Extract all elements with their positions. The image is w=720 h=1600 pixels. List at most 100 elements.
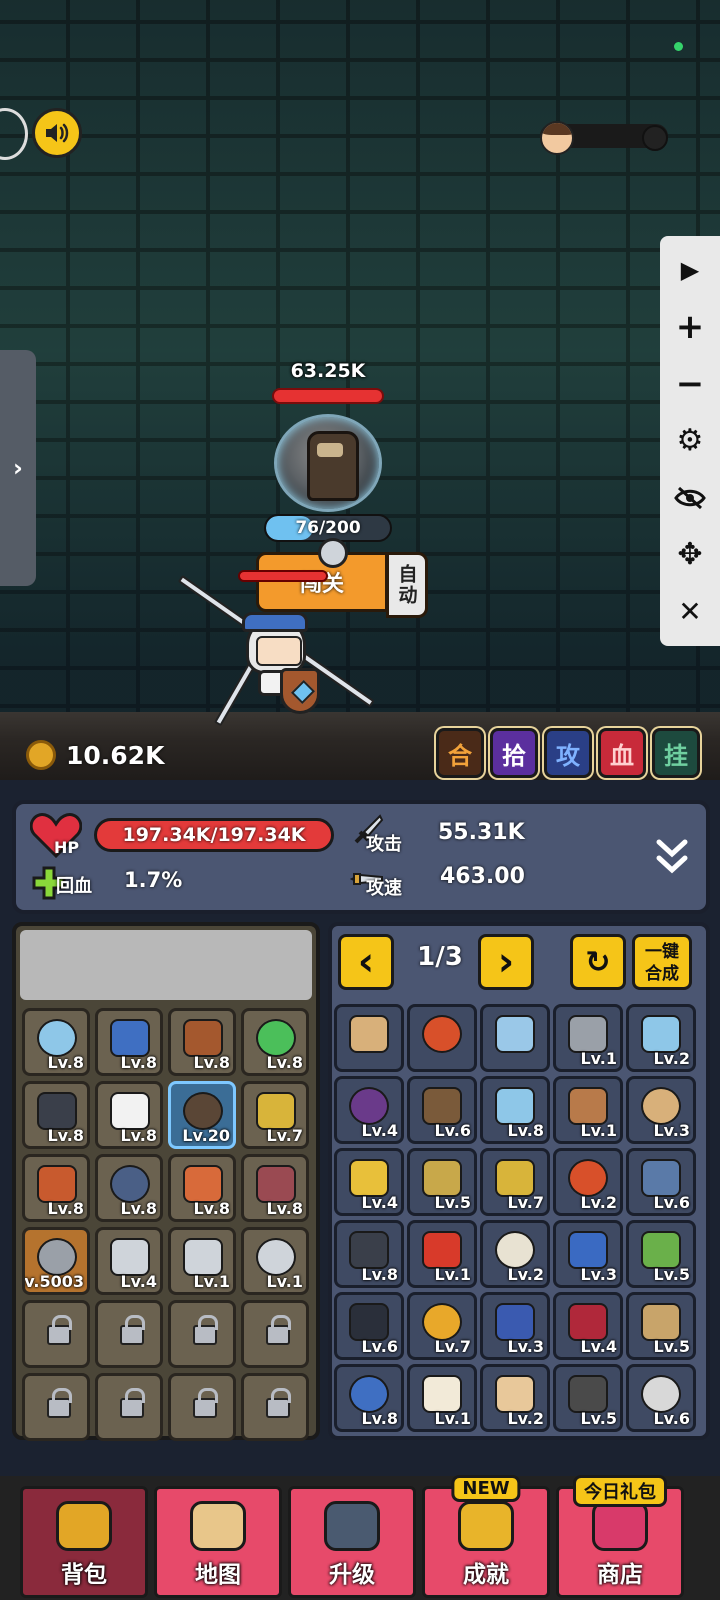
enemy-sprite[interactable] (274, 414, 382, 512)
equipment-slot[interactable]: Lv.8 (168, 1008, 236, 1076)
bag-slot[interactable]: Lv.2 (480, 1364, 550, 1432)
one-click-merge-button[interactable]: 一键 合成 (632, 934, 692, 990)
skill-button[interactable]: 攻 (544, 728, 592, 778)
close-icon[interactable]: ✕ (670, 591, 710, 631)
equipment-slot[interactable]: Lv.1 (241, 1227, 309, 1295)
nav-item[interactable]: 地图 (154, 1486, 282, 1598)
bag-item-icon (422, 1303, 462, 1341)
attack-speed-label: 攻速 (366, 878, 402, 899)
bag-item-icon (641, 1231, 681, 1269)
bag-slot[interactable]: Lv.1 (553, 1076, 623, 1144)
zoom-in-icon[interactable]: + (670, 307, 710, 347)
bag-slot[interactable]: Lv.4 (334, 1148, 404, 1216)
equipment-slot[interactable]: Lv.8 (22, 1008, 90, 1076)
nav-item[interactable]: 商店 今日礼包 (556, 1475, 684, 1598)
gear-icon[interactable]: ⚙ (670, 421, 710, 461)
equipment-slot[interactable]: Lv.8 (22, 1081, 90, 1149)
next-page-button[interactable]: › (478, 934, 534, 990)
hide-eye-icon[interactable] (670, 478, 710, 518)
expand-stats-button[interactable] (652, 834, 692, 878)
bag-slot[interactable] (334, 1004, 404, 1072)
bag-item-icon (568, 1159, 608, 1197)
item-level: Lv.5 (580, 1409, 617, 1428)
bag-slot[interactable]: Lv.5 (407, 1148, 477, 1216)
equipment-slot[interactable]: Lv.5003 (22, 1227, 90, 1295)
bag-slot[interactable]: Lv.3 (480, 1292, 550, 1360)
bag-item-icon (568, 1375, 608, 1413)
nav-item-label: 背包 (61, 1562, 107, 1588)
item-level: Lv.1 (580, 1049, 617, 1068)
item-level: Lv.5 (653, 1265, 690, 1284)
bag-slot[interactable]: Lv.5 (553, 1364, 623, 1432)
skill-button[interactable]: 拾 (490, 728, 538, 778)
play-icon[interactable]: ▶ (670, 250, 710, 290)
bag-slot[interactable]: Lv.3 (626, 1076, 696, 1144)
bag-slot[interactable]: Lv.2 (626, 1004, 696, 1072)
bag-slot[interactable]: Lv.3 (553, 1220, 623, 1288)
bag-slot[interactable]: Lv.8 (480, 1076, 550, 1144)
enemy-hp-bar (272, 388, 384, 404)
item-level: Lv.20 (182, 1126, 230, 1145)
equipment-slot[interactable]: Lv.8 (95, 1008, 163, 1076)
nav-item[interactable]: 成就 NEW (422, 1475, 550, 1598)
equipment-slot[interactable]: Lv.20 (168, 1081, 236, 1149)
bag-slot[interactable]: Lv.1 (553, 1004, 623, 1072)
nav-item[interactable]: 背包 (20, 1486, 148, 1598)
bag-item-icon (495, 1231, 535, 1269)
bag-slot[interactable]: Lv.7 (480, 1148, 550, 1216)
equipment-slot[interactable]: Lv.8 (22, 1154, 90, 1222)
equipment-slot[interactable]: Lv.8 (95, 1154, 163, 1222)
skill-button[interactable]: 合 (436, 728, 484, 778)
bag-slot[interactable]: Lv.4 (553, 1292, 623, 1360)
equipment-slot[interactable]: Lv.8 (168, 1154, 236, 1222)
equipment-slot[interactable]: Lv.8 (241, 1008, 309, 1076)
item-level: Lv.2 (507, 1265, 544, 1284)
bag-slot[interactable] (407, 1004, 477, 1072)
attack-value: 55.31K (438, 820, 525, 845)
bag-slot[interactable]: Lv.6 (407, 1076, 477, 1144)
sound-button[interactable] (32, 108, 82, 158)
equipment-slot[interactable]: Lv.8 (95, 1081, 163, 1149)
bag-slot[interactable]: Lv.4 (334, 1076, 404, 1144)
bag-slot[interactable]: Lv.8 (334, 1364, 404, 1432)
bag-slot[interactable]: Lv.2 (480, 1220, 550, 1288)
item-level: Lv.5003 (24, 1272, 84, 1291)
bag-slot[interactable]: Lv.2 (553, 1148, 623, 1216)
item-level: Lv.6 (361, 1337, 398, 1356)
zoom-out-icon[interactable]: − (670, 364, 710, 404)
equipment-item-icon (256, 1092, 296, 1130)
shield-value: 76/200 (295, 518, 361, 538)
player-avatar-icon (540, 121, 574, 155)
side-drawer-tab[interactable]: › (0, 350, 36, 586)
auto-button[interactable]: 自动 (386, 552, 428, 618)
equipment-item-icon (256, 1019, 296, 1057)
bag-slot[interactable]: Lv.8 (334, 1220, 404, 1288)
nav-item-label: 成就 (463, 1562, 509, 1588)
equipment-slot[interactable]: Lv.7 (241, 1081, 309, 1149)
prev-page-button[interactable]: ‹ (338, 934, 394, 990)
item-level: Lv.6 (653, 1193, 690, 1212)
bag-slot[interactable]: Lv.1 (407, 1220, 477, 1288)
bag-item-icon (349, 1375, 389, 1413)
skill-button[interactable]: 挂 (652, 728, 700, 778)
bag-slot[interactable]: Lv.6 (626, 1364, 696, 1432)
bag-slot[interactable]: Lv.1 (407, 1364, 477, 1432)
bag-slot[interactable]: Lv.7 (407, 1292, 477, 1360)
bag-slot[interactable]: Lv.5 (626, 1292, 696, 1360)
equipment-slot[interactable]: Lv.8 (241, 1154, 309, 1222)
bag-slot[interactable] (480, 1004, 550, 1072)
bag-slot[interactable]: Lv.5 (626, 1220, 696, 1288)
nav-item-label: 地图 (195, 1562, 241, 1588)
item-level: Lv.6 (653, 1409, 690, 1428)
equipment-slot[interactable]: Lv.1 (168, 1227, 236, 1295)
bag-slot[interactable]: Lv.6 (626, 1148, 696, 1216)
skill-button[interactable]: 血 (598, 728, 646, 778)
online-status-dot (674, 42, 683, 51)
bag-slot[interactable]: Lv.6 (334, 1292, 404, 1360)
move-icon[interactable]: ✥ (670, 535, 710, 575)
nav-item[interactable]: 升级 (288, 1486, 416, 1598)
equipment-slot[interactable]: Lv.4 (95, 1227, 163, 1295)
pause-ring-icon[interactable] (0, 108, 28, 160)
refresh-button[interactable]: ↻ (570, 934, 626, 990)
equipment-item-icon (37, 1238, 77, 1276)
